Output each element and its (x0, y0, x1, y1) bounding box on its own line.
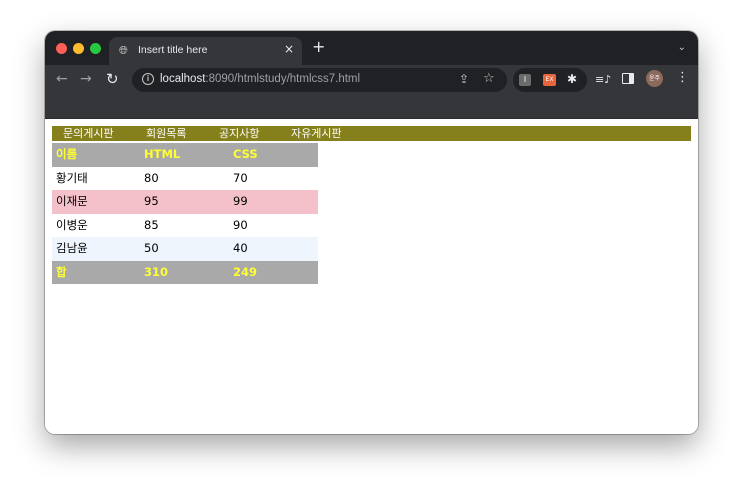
browser-toolbar: ← → ↻ i localhost:8090/htmlstudy/htmlcss… (45, 65, 698, 95)
nav-menu: 문의게시판 회원목록 공지사항 자유게시판 (52, 126, 691, 141)
info-icon[interactable]: i (142, 73, 154, 85)
minimize-window-button[interactable] (73, 43, 84, 54)
cell-html: 95 (144, 194, 159, 208)
extension-i-icon[interactable]: I (519, 74, 531, 86)
address-bar[interactable]: i localhost:8090/htmlstudy/htmlcss7.html… (132, 68, 507, 92)
cell-css: 70 (233, 170, 248, 185)
cell-html: 50 (144, 241, 159, 255)
url-text[interactable]: localhost:8090/htmlstudy/htmlcss7.html (160, 73, 360, 85)
menu-item-member-list[interactable]: 회원목록 (146, 126, 186, 141)
cell-css: 40 (233, 241, 248, 255)
page-content: 문의게시판 회원목록 공지사항 자유게시판 이름 HTML CSS 황기태 80… (45, 119, 698, 434)
footer-html-total: 310 (144, 264, 169, 279)
footer-sum-label: 합 (56, 264, 67, 279)
cell-css: 90 (233, 217, 248, 232)
table-row: 황기태 80 70 (52, 167, 318, 191)
extension-ex-icon[interactable]: EX (543, 74, 556, 86)
score-table: 이름 HTML CSS 황기태 80 70 이재문 95 99 이병운 85 9… (52, 143, 318, 284)
cell-html: 85 (144, 217, 159, 232)
back-arrow-icon[interactable]: ← (56, 71, 68, 87)
browser-tab[interactable]: 🌐︎ Insert title here × (109, 37, 302, 65)
puzzle-icon[interactable]: ✱ (567, 72, 577, 86)
share-icon[interactable]: ⇪ (459, 72, 469, 86)
cell-css: 99 (233, 194, 248, 208)
bookmark-star-icon[interactable]: ☆ (483, 71, 495, 86)
title-bar: 🌐︎ Insert title here × + ⌄ (45, 31, 698, 65)
table-footer-row: 합 310 249 (52, 260, 318, 284)
forward-arrow-icon[interactable]: → (80, 71, 92, 87)
menu-item-free-board[interactable]: 자유게시판 (291, 126, 342, 141)
extensions-group: I EX ✱ (513, 68, 587, 92)
header-name: 이름 (56, 147, 78, 161)
tab-title: Insert title here (138, 44, 208, 56)
cell-html: 80 (144, 170, 159, 185)
menu-item-inquiry-board[interactable]: 문의게시판 (63, 126, 114, 141)
bookmarks-bar (45, 95, 698, 119)
header-html: HTML (144, 147, 181, 161)
globe-icon: 🌐︎ (119, 44, 128, 57)
maximize-window-button[interactable] (90, 43, 101, 54)
avatar[interactable]: 윤주 (646, 70, 663, 87)
cell-name: 이병운 (56, 217, 88, 232)
close-window-button[interactable] (56, 43, 67, 54)
side-panel-icon[interactable] (622, 73, 634, 84)
footer-css-total: 249 (233, 264, 258, 279)
new-tab-button[interactable]: + (312, 39, 325, 55)
table-header-row: 이름 HTML CSS (52, 143, 318, 167)
browser-window: 🌐︎ Insert title here × + ⌄ ← → ↻ i local… (45, 31, 698, 434)
cell-name: 황기태 (56, 170, 88, 185)
reload-icon[interactable]: ↻ (106, 71, 119, 87)
tab-close-icon[interactable]: × (284, 42, 294, 56)
header-css: CSS (233, 147, 258, 161)
table-row: 이재문 95 99 (52, 190, 318, 214)
cell-name: 김남윤 (56, 241, 88, 255)
more-menu-icon[interactable]: ⋮ (676, 71, 689, 85)
table-row: 김남윤 50 40 (52, 237, 318, 261)
cell-name: 이재문 (56, 194, 88, 208)
media-queue-icon[interactable]: ≡♪ (595, 73, 611, 86)
table-row: 이병운 85 90 (52, 214, 318, 238)
menu-item-notice[interactable]: 공지사항 (219, 126, 259, 141)
tab-search-icon[interactable]: ⌄ (678, 42, 686, 53)
